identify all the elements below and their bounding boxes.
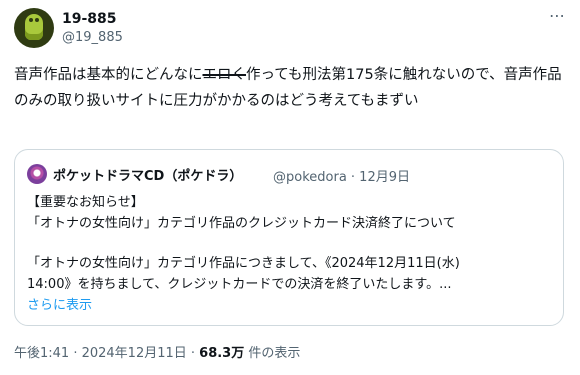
author-display-name[interactable]: 19-885 bbox=[62, 11, 117, 27]
quoted-line-blank bbox=[27, 234, 552, 253]
avatar-eye-right bbox=[35, 18, 39, 22]
quoted-line: 【重要なお知らせ】 bbox=[27, 195, 144, 210]
author-handle[interactable]: @19_885 bbox=[62, 30, 123, 45]
avatar[interactable] bbox=[14, 8, 54, 48]
quoted-line: 「オトナの女性向け」カテゴリ作品のクレジットカード決済終了について bbox=[27, 216, 456, 231]
show-more-link[interactable]: さらに表示 bbox=[27, 295, 552, 316]
post-timestamp[interactable]: 午後1:41 · 2024年12月11日 · bbox=[14, 346, 199, 361]
post-text-before: 音声作品は基本的にどんなに bbox=[14, 67, 203, 83]
quoted-display-name: ポケットドラマCD（ポケドラ） bbox=[53, 169, 243, 184]
alien-avatar-icon bbox=[25, 14, 43, 40]
quoted-handle-date: @pokedora · 12月9日 bbox=[273, 170, 410, 185]
views-count: 68.3万 bbox=[199, 346, 245, 361]
views-label: 件の表示 bbox=[244, 346, 301, 361]
post-metadata: 午後1:41 · 2024年12月11日 · 68.3万 件の表示 bbox=[14, 342, 300, 361]
post-struck-text: エロく bbox=[202, 67, 247, 83]
quoted-avatar[interactable] bbox=[27, 164, 47, 184]
more-options-icon[interactable]: ⋯ bbox=[549, 6, 566, 25]
quoted-body: 【重要なお知らせ】 「オトナの女性向け」カテゴリ作品のクレジットカード決済終了に… bbox=[27, 192, 552, 316]
post-text: 音声作品は基本的にどんなにエロく作っても刑法第175条に触れないので、音声作品の… bbox=[14, 62, 564, 114]
quoted-line: 14:00》を持ちまして、クレジットカードでの決済を終了いたします。... bbox=[27, 277, 452, 292]
quoted-post-card[interactable]: ポケットドラマCD（ポケドラ） @pokedora · 12月9日 【重要なお知… bbox=[14, 149, 564, 326]
avatar-eye-left bbox=[29, 18, 33, 22]
quoted-line: 「オトナの女性向け」カテゴリ作品につきまして、《2024年12月11日(水) bbox=[27, 256, 460, 271]
